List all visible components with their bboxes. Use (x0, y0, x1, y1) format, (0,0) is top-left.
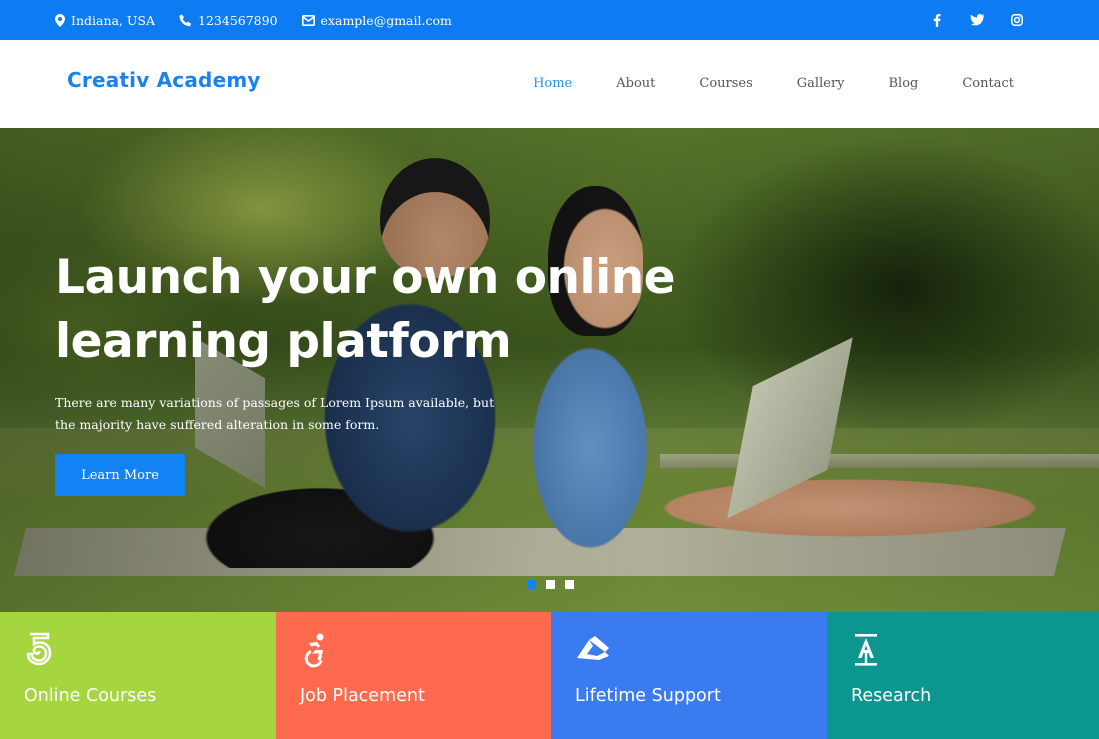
nav-contact[interactable]: Contact (962, 76, 1014, 91)
slide-dot-3[interactable] (565, 580, 574, 589)
social-links (917, 0, 1037, 40)
instagram-icon[interactable] (997, 14, 1037, 26)
email-text: example@gmail.com (320, 12, 452, 28)
email-item[interactable]: example@gmail.com (301, 12, 452, 28)
hero-content: Launch your own online learning platform… (55, 246, 695, 496)
hero-title-line-2: learning platform (55, 314, 512, 369)
site-logo[interactable]: Creativ Academy (67, 68, 261, 92)
feature-research[interactable]: Research (827, 612, 1099, 739)
feature-online-courses[interactable]: Online Courses (0, 612, 276, 739)
contact-info: Indiana, USA 1234567890 example@gmail.co… (55, 13, 476, 28)
spiral-five-icon (26, 632, 52, 666)
slide-dot-2[interactable] (546, 580, 555, 589)
nav-courses[interactable]: Courses (699, 76, 752, 91)
hero-title: Launch your own online learning platform (55, 246, 695, 374)
nav-home[interactable]: Home (533, 76, 572, 91)
features-row: Online Courses Job Placement Lifetime Su… (0, 612, 1099, 739)
origami-ribbon-icon (577, 636, 609, 660)
main-nav: Home About Courses Gallery Blog Contact (489, 76, 1014, 91)
feature-title: Job Placement (300, 686, 425, 706)
feature-lifetime-support[interactable]: Lifetime Support (551, 612, 827, 739)
feature-title: Online Courses (24, 686, 157, 706)
location-text: Indiana, USA (71, 12, 156, 28)
hero-title-line-1: Launch your own online (55, 250, 676, 305)
phone-icon (179, 14, 192, 26)
nav-blog[interactable]: Blog (889, 76, 919, 91)
phone-item[interactable]: 1234567890 (179, 13, 278, 28)
feature-job-placement[interactable]: Job Placement (276, 612, 551, 739)
envelope-icon (301, 14, 315, 26)
phone-text: 1234567890 (198, 12, 278, 28)
top-contact-bar: Indiana, USA 1234567890 example@gmail.co… (0, 0, 1099, 40)
accessible-icon (304, 633, 324, 668)
facebook-icon[interactable] (917, 13, 957, 27)
nav-about[interactable]: About (616, 76, 655, 91)
feature-title: Lifetime Support (575, 686, 721, 706)
twitter-icon[interactable] (957, 14, 997, 26)
hero-slider: Launch your own online learning platform… (0, 128, 1099, 612)
map-pin-icon (55, 13, 65, 27)
slide-dot-1[interactable] (527, 580, 536, 589)
text-height-icon (855, 634, 877, 666)
site-header: Creativ Academy Home About Courses Galle… (0, 40, 1099, 128)
feature-title: Research (851, 686, 932, 706)
hero-description: There are many variations of passages of… (55, 395, 495, 432)
nav-gallery[interactable]: Gallery (797, 76, 845, 91)
learn-more-button[interactable]: Learn More (55, 454, 185, 496)
location-item: Indiana, USA (55, 13, 155, 28)
slider-dots (527, 580, 584, 589)
